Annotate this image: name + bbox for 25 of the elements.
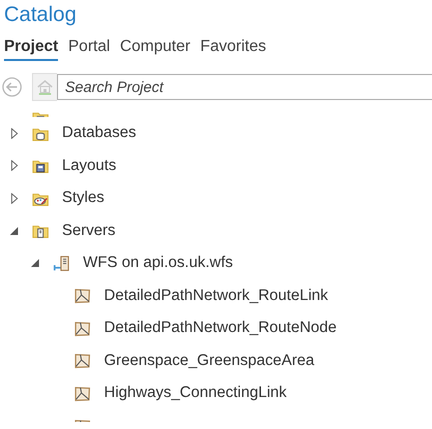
tree-item[interactable]: Layouts (62, 156, 116, 175)
tree-item[interactable]: Servers (62, 222, 116, 240)
expand-caret-icon[interactable] (10, 192, 18, 204)
tree-item[interactable]: Styles (62, 189, 104, 208)
tree-item[interactable]: Databases (62, 124, 136, 142)
expand-caret-icon[interactable] (10, 128, 18, 139)
tab[interactable]: Computer (120, 38, 190, 61)
tree-item[interactable]: Highways_ConnectingLink (104, 384, 287, 402)
tree-item[interactable]: DetailedPathNetwork_RouteLink (104, 286, 328, 305)
polygon-layer-icon (74, 287, 91, 304)
tree-item[interactable]: DetailedPathNetwork_RouteNode (104, 319, 337, 338)
collapse-caret-icon[interactable] (31, 259, 39, 268)
tree-item[interactable]: WFS on api.os.uk.wfs (83, 254, 233, 272)
server-icon (53, 254, 70, 272)
polygon-layer-icon (74, 384, 91, 402)
tab[interactable]: Portal (68, 38, 110, 61)
tree-item[interactable]: Greenspace_GreenspaceArea (104, 352, 314, 370)
search-field[interactable]: Search Project (57, 74, 432, 100)
polygon-layer-icon (74, 352, 91, 370)
pane-title: Catalog (3, 2, 78, 28)
polygon-layer-icon (74, 320, 91, 337)
collapse-caret-icon[interactable] (10, 226, 18, 235)
tab[interactable]: Favorites (200, 38, 266, 61)
expand-caret-icon[interactable] (10, 160, 18, 172)
tab[interactable]: Project (4, 38, 58, 61)
